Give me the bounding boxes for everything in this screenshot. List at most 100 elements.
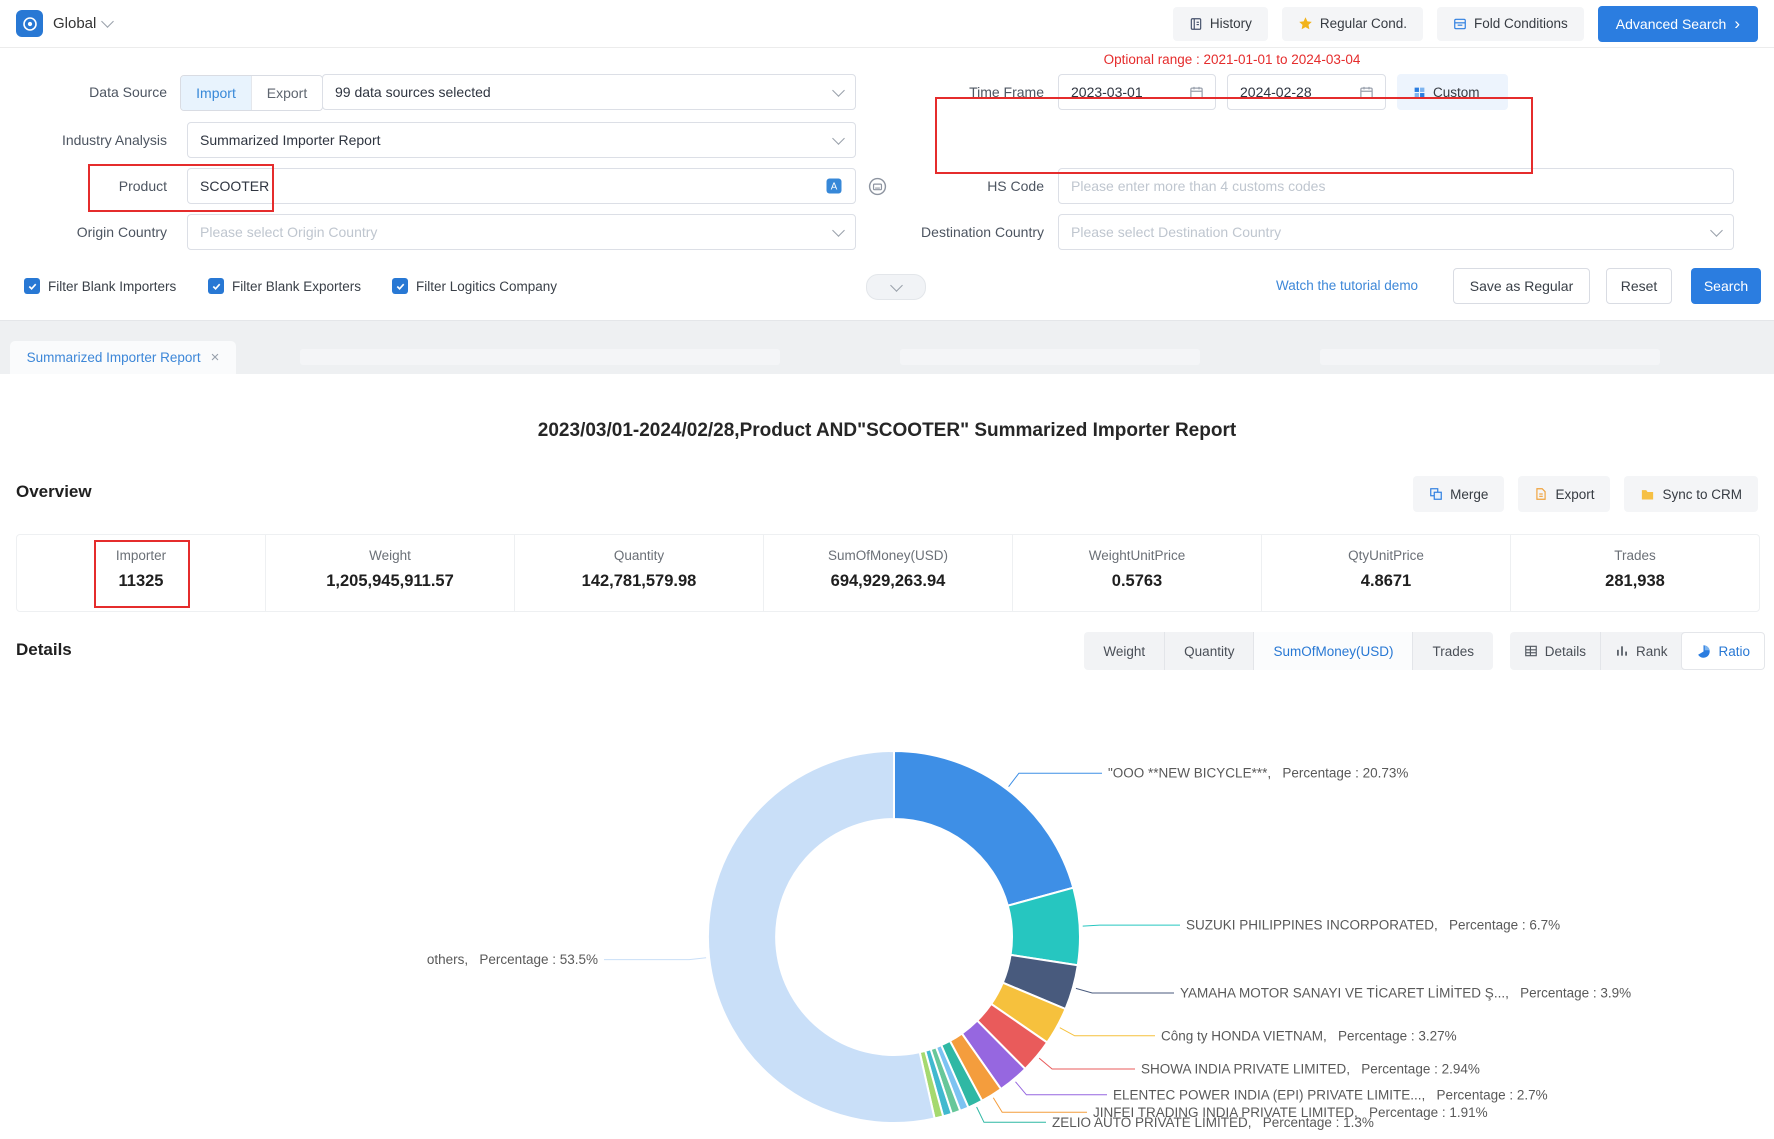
save-as-regular-button[interactable]: Save as Regular [1453,268,1590,304]
view-tab-label: Details [1545,644,1586,659]
logo-icon [22,16,38,32]
metric-tab-sum-of-money[interactable]: SumOfMoney(USD) [1253,632,1412,670]
table-icon [1524,644,1538,658]
stat-label: Quantity [515,548,763,563]
stat-value: 142,781,579.98 [515,572,763,591]
app-logo[interactable] [16,10,43,37]
collapse-conditions-button[interactable] [866,274,926,300]
pie-label: SHOWA INDIA PRIVATE LIMITED, Percentage … [1141,1062,1480,1077]
translate-icon[interactable]: A [824,176,844,196]
checkbox-checked-icon [392,278,408,294]
product-input[interactable] [187,168,856,204]
calendar-icon[interactable] [1186,82,1206,102]
metric-tab-quantity[interactable]: Quantity [1164,632,1253,670]
tutorial-demo-link[interactable]: Watch the tutorial demo [1276,268,1418,304]
calendar-icon[interactable] [1356,82,1376,102]
background-artifact [900,349,1200,365]
industry-analysis-label: Industry Analysis [0,122,167,158]
industry-analysis-select[interactable]: Summarized Importer Report [187,122,856,158]
button-label: Export [1555,487,1594,502]
tab-summarized-importer-report[interactable]: Summarized Importer Report × [10,341,236,374]
checkbox-filter-blank-exporters[interactable]: Filter Blank Exporters [208,276,361,296]
view-tab-group: Details Rank Ratio [1510,632,1765,670]
metric-tab-group: Weight Quantity SumOfMoney(USD) Trades [1084,632,1493,670]
regular-cond-button[interactable]: Regular Cond. [1282,7,1423,41]
grid-icon [1413,86,1426,99]
advanced-search-button[interactable]: Advanced Search › [1598,6,1758,42]
stat-trades: Trades 281,938 [1510,535,1759,611]
export-toggle[interactable]: Export [251,76,322,110]
destination-country-label: Destination Country [874,214,1044,250]
chevron-down-icon [1710,224,1723,237]
tab-label: Summarized Importer Report [27,350,201,365]
pie-label-line [1009,773,1102,787]
stat-value: 4.8671 [1262,572,1510,591]
view-tab-rank[interactable]: Rank [1600,632,1682,670]
checkbox-filter-logistics-company[interactable]: Filter Logitics Company [392,276,557,296]
button-label: Advanced Search [1616,16,1727,32]
pie-label-line [1039,1058,1135,1069]
sync-to-crm-button[interactable]: Sync to CRM [1624,476,1758,512]
pie-label: ZELIO AUTO PRIVATE LIMITED, Percentage :… [1052,1115,1374,1130]
view-tab-label: Ratio [1718,644,1750,659]
stat-quantity: Quantity 142,781,579.98 [514,535,763,611]
overview-actions: Merge Export Sync to CRM [1413,476,1758,512]
stat-value: 281,938 [1511,572,1759,591]
button-label: Merge [1450,487,1488,502]
product-label: Product [0,168,167,204]
merge-button[interactable]: Merge [1413,476,1504,512]
chevron-down-icon [832,84,845,97]
stat-label: SumOfMoney(USD) [764,548,1012,563]
destination-country-select[interactable]: Please select Destination Country [1058,214,1734,250]
origin-country-select[interactable]: Please select Origin Country [187,214,856,250]
checkbox-checked-icon [208,278,224,294]
metric-tab-trades[interactable]: Trades [1412,632,1493,670]
metric-tab-weight[interactable]: Weight [1084,632,1164,670]
pie-label-line [1083,925,1180,926]
button-label: Regular Cond. [1320,16,1407,31]
export-button[interactable]: Export [1518,476,1610,512]
button-label: Sync to CRM [1662,487,1742,502]
hs-code-label: HS Code [874,168,1044,204]
data-sources-select[interactable]: 99 data sources selected [322,74,856,110]
stat-value: 0.5763 [1013,572,1261,591]
pie-label: Công ty HONDA VIETNAM, Percentage : 3.27… [1161,1028,1457,1043]
view-tab-ratio[interactable]: Ratio [1681,632,1765,670]
tab-close-icon[interactable]: × [211,350,220,365]
svg-text:A: A [831,181,838,192]
destination-country-placeholder: Please select Destination Country [1071,224,1281,240]
merge-icon [1429,487,1443,501]
import-toggle[interactable]: Import [181,76,251,110]
fold-conditions-button[interactable]: Fold Conditions [1437,7,1584,41]
pie-label: "OOO **NEW BICYCLE***, Percentage : 20.7… [1108,766,1408,781]
checkbox-label: Filter Blank Importers [48,279,176,294]
pie-slice[interactable] [894,751,1073,906]
pie-label-line [993,1098,1087,1113]
checkbox-label: Filter Blank Exporters [232,279,361,294]
checkbox-filter-blank-importers[interactable]: Filter Blank Importers [24,276,176,296]
button-label: Custom [1433,85,1480,100]
custom-range-button[interactable]: Custom [1397,74,1508,110]
hs-code-input[interactable] [1058,168,1734,204]
origin-country-label: Origin Country [0,214,167,250]
tab-bar: Summarized Importer Report × [0,320,1774,374]
history-icon [1189,17,1203,31]
folder-icon [1640,487,1655,502]
reset-button[interactable]: Reset [1606,268,1672,304]
stat-label: Trades [1511,548,1759,563]
search-button[interactable]: Search [1691,268,1761,304]
time-frame-label: Time Frame [944,74,1044,110]
overview-heading: Overview [16,482,92,502]
region-label: Global [53,15,96,32]
stat-qty-unit-price: QtyUnitPrice 4.8671 [1261,535,1510,611]
chevron-down-icon [832,224,845,237]
pie-label-line [1076,988,1174,993]
stat-label: WeightUnitPrice [1013,548,1261,563]
pie-icon [1696,644,1711,659]
pie-label-line [1016,1082,1108,1095]
report-title: 2023/03/01-2024/02/28,Product AND"SCOOTE… [0,420,1774,442]
history-button[interactable]: History [1173,7,1268,41]
region-selector[interactable]: Global [53,15,112,32]
checkbox-checked-icon [24,278,40,294]
view-tab-details[interactable]: Details [1510,632,1600,670]
